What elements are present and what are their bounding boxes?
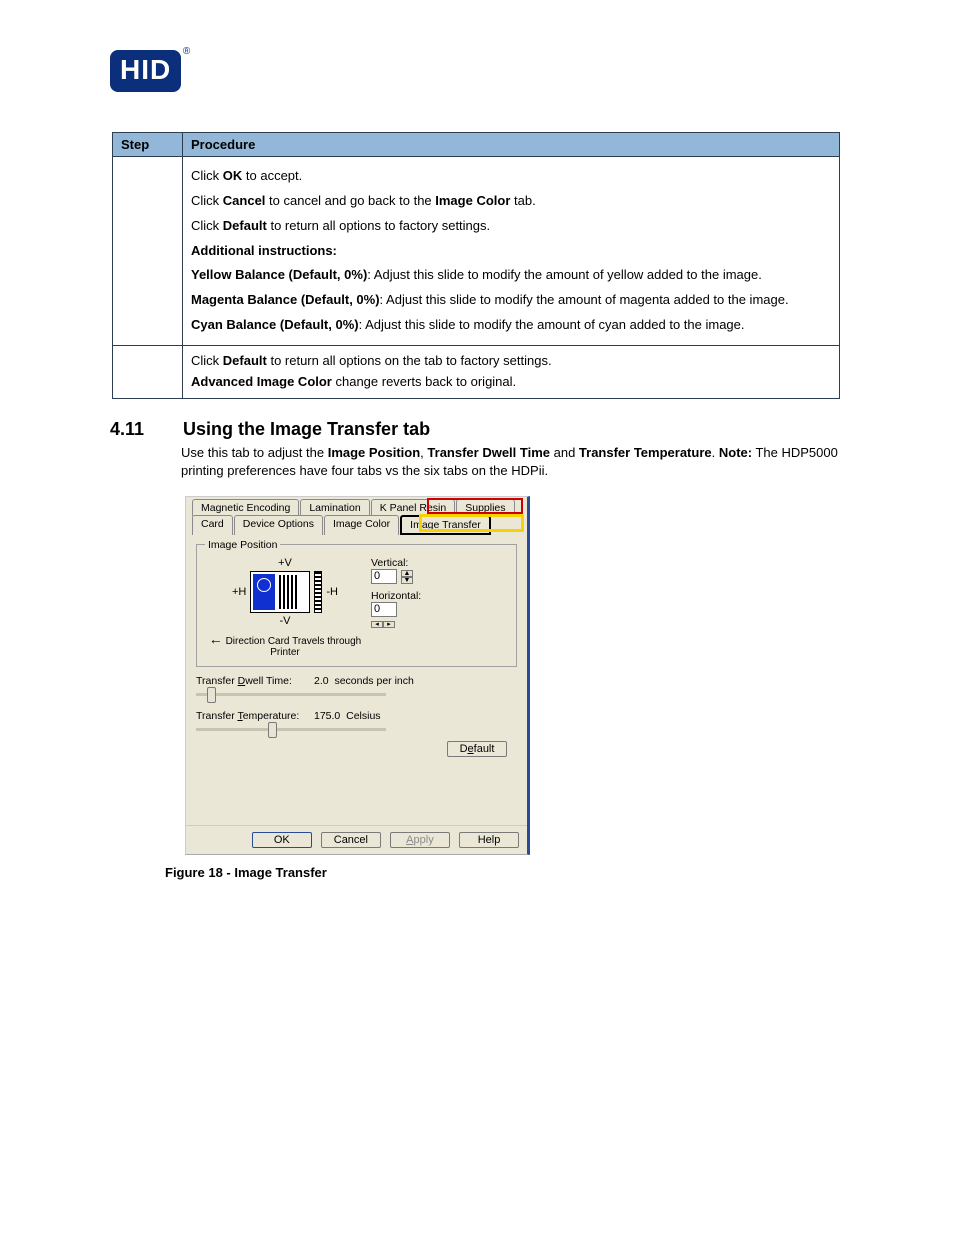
minus-v-label: -V (205, 615, 365, 627)
vertical-input[interactable] (371, 569, 397, 584)
horizontal-input[interactable] (371, 602, 397, 617)
cyan-balance-label: Cyan Balance (Default, 0%) (191, 317, 359, 332)
text: Transfer (196, 710, 237, 722)
ok-label: OK (223, 168, 243, 183)
vertical-label: Vertical: (371, 557, 421, 569)
text: and (550, 445, 579, 460)
horizontal-spinner[interactable]: ◂▸ (371, 621, 395, 628)
procedure-cell: Click OK to accept. Click Cancel to canc… (183, 157, 840, 346)
procedure-table: Step Procedure Click OK to accept. Click… (112, 132, 840, 399)
card-icon (250, 571, 310, 613)
image-position-group: Image Position +V +H -H (196, 539, 517, 667)
apply-button[interactable]: Apply (390, 832, 450, 848)
text: Transfer (196, 675, 238, 687)
tab-device-options[interactable]: Device Options (234, 515, 323, 535)
temperature-label: emperature: (243, 710, 300, 722)
default-label: Default (223, 353, 267, 368)
image-transfer-dialog: Magnetic Encoding Lamination K Panel Res… (185, 496, 889, 855)
dwell-time-label: well Time: (245, 675, 292, 687)
text: . (712, 445, 719, 460)
section-title: Using the Image Transfer tab (183, 419, 430, 439)
procedure-cell: Click Default to return all options on t… (183, 345, 840, 398)
ok-button[interactable]: OK (252, 832, 312, 848)
default-button[interactable]: Default (447, 741, 507, 757)
table-row: Click OK to accept. Click Cancel to canc… (113, 157, 840, 346)
text: A (406, 834, 413, 846)
default-label: Default (223, 218, 267, 233)
text: e (468, 743, 474, 755)
additional-instructions-label: Additional instructions: (191, 243, 337, 258)
dwell-time-value: 2.0 (314, 675, 329, 687)
image-position-term: Image Position (328, 445, 420, 460)
tab-lamination[interactable]: Lamination (300, 499, 369, 516)
step-cell (113, 345, 183, 398)
logo-letters: HID (120, 54, 171, 85)
transfer-temperature-row: Transfer Temperature: 175.0 Celsius (196, 710, 517, 722)
cancel-label: Cancel (223, 193, 266, 208)
text: Click (191, 168, 223, 183)
advanced-image-color-label: Advanced Image Color (191, 374, 332, 389)
slider-thumb[interactable] (207, 687, 216, 703)
plus-v-label: +V (205, 557, 365, 569)
temperature-unit: Celsius (346, 710, 380, 722)
text: Use this tab to adjust the (181, 445, 328, 460)
text: Click (191, 353, 223, 368)
header-procedure: Procedure (183, 133, 840, 157)
figure-caption: Figure 18 - Image Transfer (165, 865, 889, 880)
arrow-left-icon: ← (209, 631, 223, 647)
tab-k-panel-resin[interactable]: K Panel Resin (371, 499, 456, 516)
card-illustration: +H -H (205, 571, 365, 613)
slider-thumb[interactable] (268, 722, 277, 738)
text: : Adjust this slide to modify the amount… (359, 317, 745, 332)
section-heading: 4.11 Using the Image Transfer tab (110, 419, 889, 440)
transfer-dwell-time-term: Transfer Dwell Time (427, 445, 550, 460)
tab-image-color[interactable]: Image Color (324, 515, 399, 535)
cancel-button[interactable]: Cancel (321, 832, 381, 848)
text: Click (191, 193, 223, 208)
yellow-balance-label: Yellow Balance (Default, 0%) (191, 267, 367, 282)
minus-h-label: -H (326, 586, 338, 598)
text: to return all options to factory setting… (267, 218, 490, 233)
temperature-value: 175.0 (314, 710, 340, 722)
temperature-slider[interactable] (196, 728, 386, 731)
text: : Adjust this slide to modify the amount… (380, 292, 789, 307)
text: : Adjust this slide to modify the amount… (367, 267, 762, 282)
ruler-icon (314, 571, 322, 613)
registered-mark: ® (183, 46, 191, 57)
hid-logo-text: HID ® (110, 50, 181, 92)
image-position-legend: Image Position (205, 539, 280, 551)
text: Click (191, 218, 223, 233)
dwell-time-unit: seconds per inch (334, 675, 413, 687)
magenta-balance-label: Magenta Balance (Default, 0%) (191, 292, 380, 307)
tab-image-transfer[interactable]: Image Transfer (400, 515, 491, 535)
note-label: Note: (719, 445, 752, 460)
section-number: 4.11 (110, 419, 178, 440)
transfer-temperature-term: Transfer Temperature (579, 445, 712, 460)
table-row: Click Default to return all options on t… (113, 345, 840, 398)
direction-label: Direction Card Travels through Printer (226, 636, 362, 658)
step-cell (113, 157, 183, 346)
tab-card[interactable]: Card (192, 515, 233, 535)
section-intro: Use this tab to adjust the Image Positio… (181, 444, 881, 480)
header-step: Step (113, 133, 183, 157)
dwell-time-slider[interactable] (196, 693, 386, 696)
dialog-tabs: Magnetic Encoding Lamination K Panel Res… (186, 497, 527, 533)
image-color-label: Image Color (435, 193, 510, 208)
text: change reverts back to original. (332, 374, 516, 389)
text: to return all options on the tab to fact… (267, 353, 552, 368)
tab-supplies[interactable]: Supplies (456, 499, 514, 516)
transfer-dwell-time-row: Transfer Dwell Time: 2.0 seconds per inc… (196, 675, 517, 687)
table-header-row: Step Procedure (113, 133, 840, 157)
text: tab. (510, 193, 535, 208)
text: to cancel and go back to the (265, 193, 435, 208)
tab-magnetic-encoding[interactable]: Magnetic Encoding (192, 499, 299, 516)
horizontal-label: Horizontal: (371, 590, 421, 602)
help-button[interactable]: Help (459, 832, 519, 848)
hid-logo: HID ® (110, 50, 889, 92)
plus-h-label: +H (232, 586, 246, 598)
vertical-spinner[interactable]: ▲▼ (401, 570, 413, 584)
text: to accept. (242, 168, 302, 183)
